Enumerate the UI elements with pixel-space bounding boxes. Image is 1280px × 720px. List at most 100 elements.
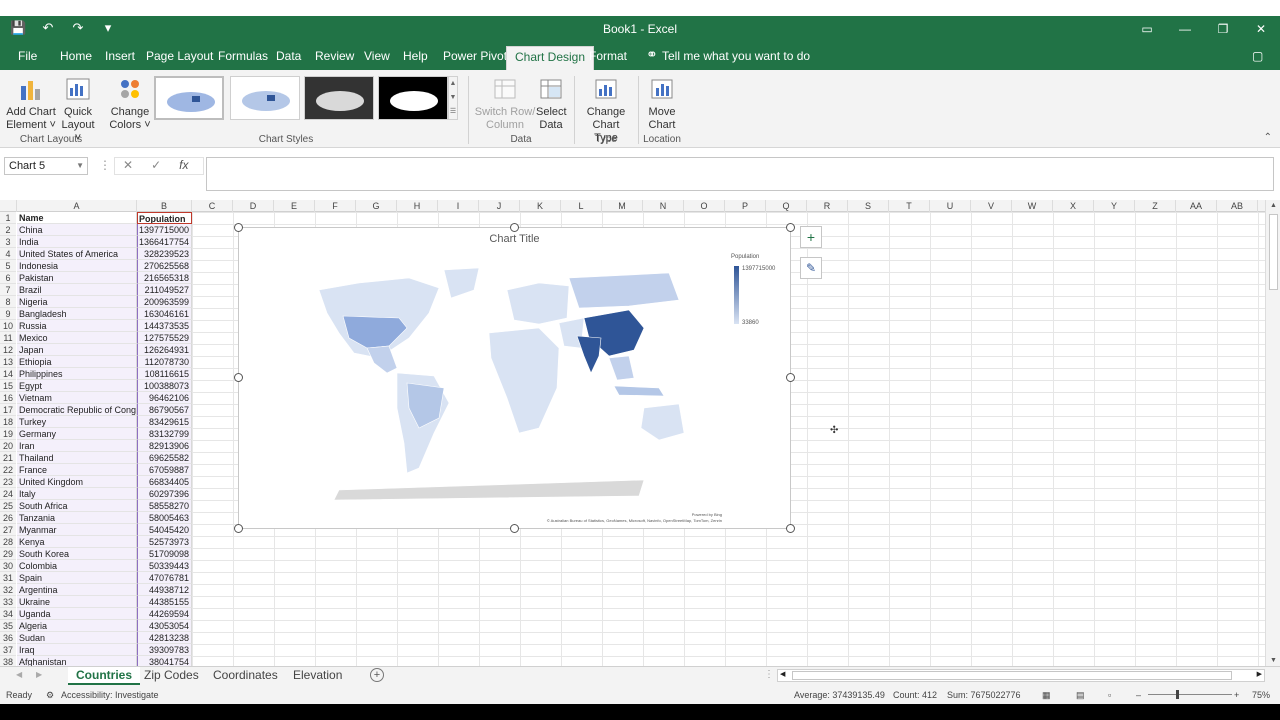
cell-country-name[interactable]: South Korea xyxy=(17,548,137,560)
row-header[interactable]: 37 xyxy=(0,644,16,656)
row-header[interactable]: 7 xyxy=(0,284,16,296)
cell-population[interactable]: 52573973 xyxy=(137,536,192,548)
tell-me-box[interactable]: Tell me what you want to do xyxy=(654,47,818,70)
column-header-l[interactable]: L xyxy=(561,200,602,212)
row-header[interactable]: 14 xyxy=(0,368,16,380)
cell-country-name[interactable]: Democratic Republic of Congo xyxy=(17,404,137,416)
accessibility-icon[interactable]: ⚙ xyxy=(46,690,54,701)
cell-country-name[interactable]: India xyxy=(17,236,137,248)
tab-home[interactable]: Home xyxy=(52,47,100,70)
row-header[interactable]: 3 xyxy=(0,236,16,248)
header-cell-name[interactable]: Name xyxy=(17,212,137,224)
header-cell-population[interactable]: Population xyxy=(137,212,192,224)
cell-country-name[interactable]: Myanmar xyxy=(17,524,137,536)
column-header-ab[interactable]: AB xyxy=(1217,200,1258,212)
tab-review[interactable]: Review xyxy=(307,47,362,70)
zoom-out-icon[interactable]: – xyxy=(1136,690,1141,700)
cell-country-name[interactable]: Pakistan xyxy=(17,272,137,284)
cell-population[interactable]: 100388073 xyxy=(137,380,192,392)
chart-styles-brush-icon[interactable]: ✎ xyxy=(800,257,822,279)
cell-country-name[interactable]: Iraq xyxy=(17,644,137,656)
resize-handle-top-right[interactable] xyxy=(786,223,795,232)
tab-file[interactable]: File xyxy=(10,47,45,70)
cell-population[interactable]: 38041754 xyxy=(137,656,192,666)
row-header[interactable]: 36 xyxy=(0,632,16,644)
cell-country-name[interactable]: Philippines xyxy=(17,368,137,380)
cell-country-name[interactable]: Russia xyxy=(17,320,137,332)
chart-style-2[interactable] xyxy=(230,76,300,120)
cell-country-name[interactable]: Italy xyxy=(17,488,137,500)
row-header[interactable]: 35 xyxy=(0,620,16,632)
previous-sheet-icon[interactable]: ◀ xyxy=(16,670,22,679)
column-header-y[interactable]: Y xyxy=(1094,200,1135,212)
column-header-u[interactable]: U xyxy=(930,200,971,212)
resize-handle-top[interactable] xyxy=(510,223,519,232)
column-header-v[interactable]: V xyxy=(971,200,1012,212)
cell-population[interactable]: 328239523 xyxy=(137,248,192,260)
column-header-aa[interactable]: AA xyxy=(1176,200,1217,212)
accessibility-status[interactable]: Accessibility: Investigate xyxy=(61,690,159,700)
cell-country-name[interactable]: Iran xyxy=(17,440,137,452)
column-header-b[interactable]: B xyxy=(137,200,192,212)
horizontal-scroll-thumb[interactable] xyxy=(792,671,1232,680)
cell-population[interactable]: 51709098 xyxy=(137,548,192,560)
close-button[interactable]: ✕ xyxy=(1242,16,1280,42)
row-header[interactable]: 25 xyxy=(0,500,16,512)
row-header[interactable]: 4 xyxy=(0,248,16,260)
column-header-q[interactable]: Q xyxy=(766,200,807,212)
cell-population[interactable]: 44385155 xyxy=(137,596,192,608)
cell-country-name[interactable]: Thailand xyxy=(17,452,137,464)
cell-country-name[interactable]: Mexico xyxy=(17,332,137,344)
tab-split-grip-icon[interactable]: ⋮ xyxy=(764,669,774,680)
resize-handle-left[interactable] xyxy=(234,373,243,382)
cell-population[interactable]: 144373535 xyxy=(137,320,192,332)
column-header-t[interactable]: T xyxy=(889,200,930,212)
vertical-scroll-thumb[interactable] xyxy=(1269,214,1278,290)
cell-population[interactable]: 126264931 xyxy=(137,344,192,356)
cell-country-name[interactable]: Germany xyxy=(17,428,137,440)
row-header[interactable]: 13 xyxy=(0,356,16,368)
column-header-w[interactable]: W xyxy=(1012,200,1053,212)
vertical-scrollbar[interactable]: ▲ ▼ xyxy=(1265,200,1280,666)
column-header-g[interactable]: G xyxy=(356,200,397,212)
chart-styles-scroll[interactable]: ▲ ▼ ☰ xyxy=(448,76,458,120)
cell-population[interactable]: 112078730 xyxy=(137,356,192,368)
add-sheet-icon[interactable]: + xyxy=(370,668,384,682)
change-colors-button[interactable]: Change Colors ˅ xyxy=(108,74,152,132)
cell-population[interactable]: 83132799 xyxy=(137,428,192,440)
row-header[interactable]: 32 xyxy=(0,584,16,596)
row-header[interactable]: 26 xyxy=(0,512,16,524)
name-box[interactable]: Chart 5 ▼ xyxy=(4,157,88,175)
row-header[interactable]: 28 xyxy=(0,536,16,548)
tab-page-layout[interactable]: Page Layout xyxy=(138,47,221,70)
row-header[interactable]: 10 xyxy=(0,320,16,332)
cell-country-name[interactable]: Kenya xyxy=(17,536,137,548)
row-header[interactable]: 30 xyxy=(0,560,16,572)
row-header[interactable]: 33 xyxy=(0,596,16,608)
column-header-j[interactable]: J xyxy=(479,200,520,212)
cell-country-name[interactable]: Bangladesh xyxy=(17,308,137,320)
normal-view-icon[interactable]: ▦ xyxy=(1042,690,1051,701)
cell-population[interactable]: 69625582 xyxy=(137,452,192,464)
row-header[interactable]: 27 xyxy=(0,524,16,536)
resize-handle-top-left[interactable] xyxy=(234,223,243,232)
row-header[interactable]: 2 xyxy=(0,224,16,236)
row-header[interactable]: 18 xyxy=(0,416,16,428)
column-header-r[interactable]: R xyxy=(807,200,848,212)
cell-population[interactable]: 60297396 xyxy=(137,488,192,500)
restore-button[interactable]: ❐ xyxy=(1204,16,1242,42)
cell-country-name[interactable]: Turkey xyxy=(17,416,137,428)
cell-population[interactable]: 43053054 xyxy=(137,620,192,632)
row-header[interactable]: 29 xyxy=(0,548,16,560)
row-header[interactable]: 11 xyxy=(0,332,16,344)
cell-country-name[interactable]: South Africa xyxy=(17,500,137,512)
cell-country-name[interactable]: China xyxy=(17,224,137,236)
cell-population[interactable]: 66834405 xyxy=(137,476,192,488)
cell-population[interactable]: 54045420 xyxy=(137,524,192,536)
chart-style-3[interactable] xyxy=(304,76,374,120)
row-header[interactable]: 19 xyxy=(0,428,16,440)
cell-country-name[interactable]: Tanzania xyxy=(17,512,137,524)
cell-country-name[interactable]: Ukraine xyxy=(17,596,137,608)
row-header[interactable]: 5 xyxy=(0,260,16,272)
cell-country-name[interactable]: Indonesia xyxy=(17,260,137,272)
